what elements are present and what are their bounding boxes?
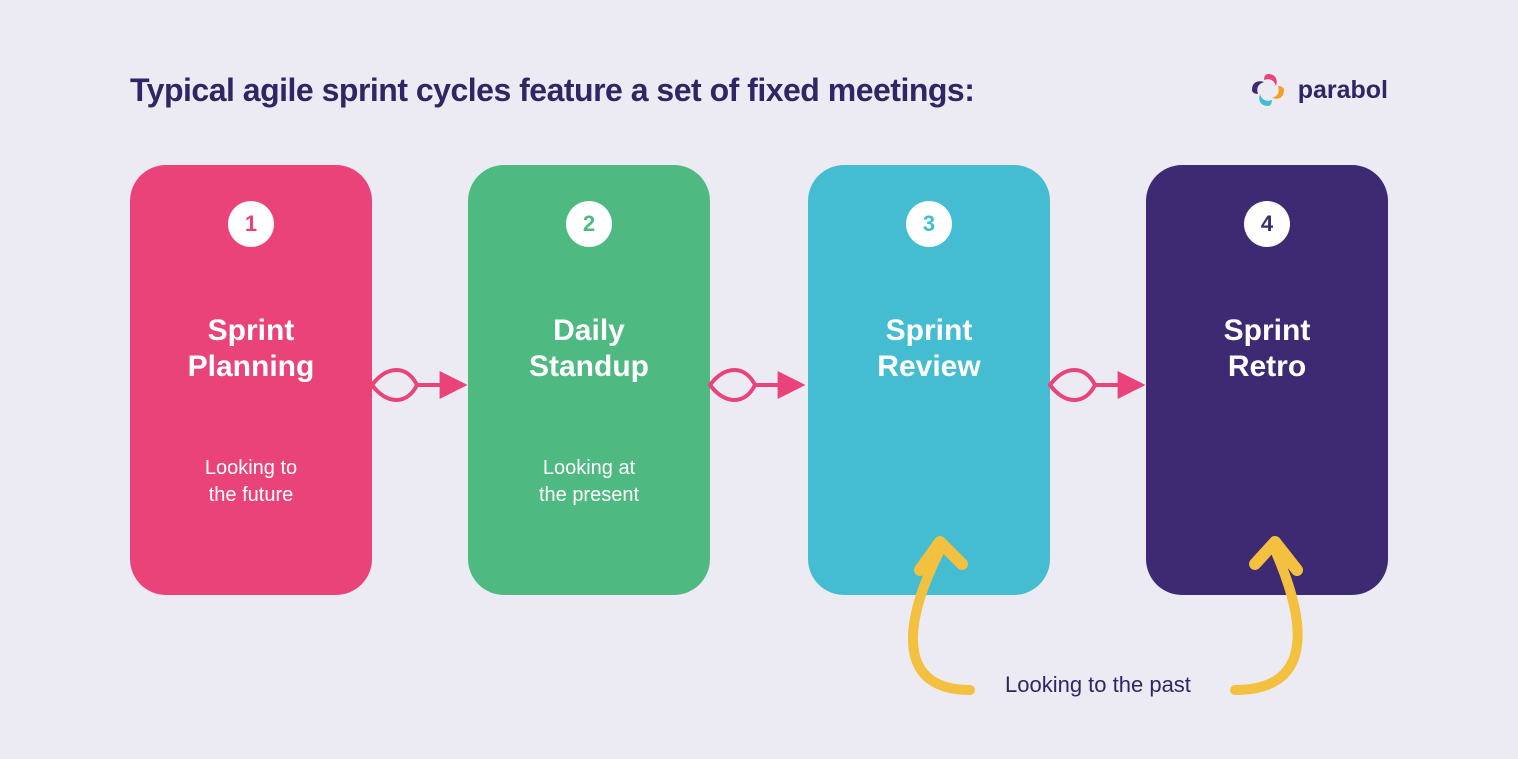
badge-1: 1: [228, 201, 274, 247]
badge-3: 3: [906, 201, 952, 247]
badge-number: 4: [1261, 211, 1273, 237]
brand-name: parabol: [1298, 76, 1388, 105]
badge-number: 1: [245, 211, 257, 237]
brand: parabol: [1248, 70, 1388, 110]
header: Typical agile sprint cycles feature a se…: [130, 70, 1388, 110]
card-sprint-retro: 4 Sprint Retro: [1146, 165, 1388, 595]
card-subtitle: Looking at the present: [539, 455, 639, 509]
badge-2: 2: [566, 201, 612, 247]
badge-number: 2: [583, 211, 595, 237]
parabol-logo-icon: [1248, 70, 1288, 110]
card-daily-standup: 2 Daily Standup Looking at the present: [468, 165, 710, 595]
caption-past: Looking to the past: [1005, 672, 1191, 698]
connector-arrow-icon: [700, 355, 810, 415]
cards-row: 1 Sprint Planning Looking to the future …: [130, 165, 1388, 595]
page-title: Typical agile sprint cycles feature a se…: [130, 72, 974, 109]
card-subtitle: Looking to the future: [205, 455, 297, 509]
badge-number: 3: [923, 211, 935, 237]
connector-arrow-icon: [362, 355, 472, 415]
card-title: Sprint Planning: [188, 313, 315, 385]
badge-4: 4: [1244, 201, 1290, 247]
card-title: Sprint Retro: [1224, 313, 1311, 385]
card-sprint-planning: 1 Sprint Planning Looking to the future: [130, 165, 372, 595]
connector-arrow-icon: [1040, 355, 1150, 415]
card-sprint-review: 3 Sprint Review: [808, 165, 1050, 595]
card-title: Sprint Review: [877, 313, 980, 385]
card-title: Daily Standup: [529, 313, 649, 385]
